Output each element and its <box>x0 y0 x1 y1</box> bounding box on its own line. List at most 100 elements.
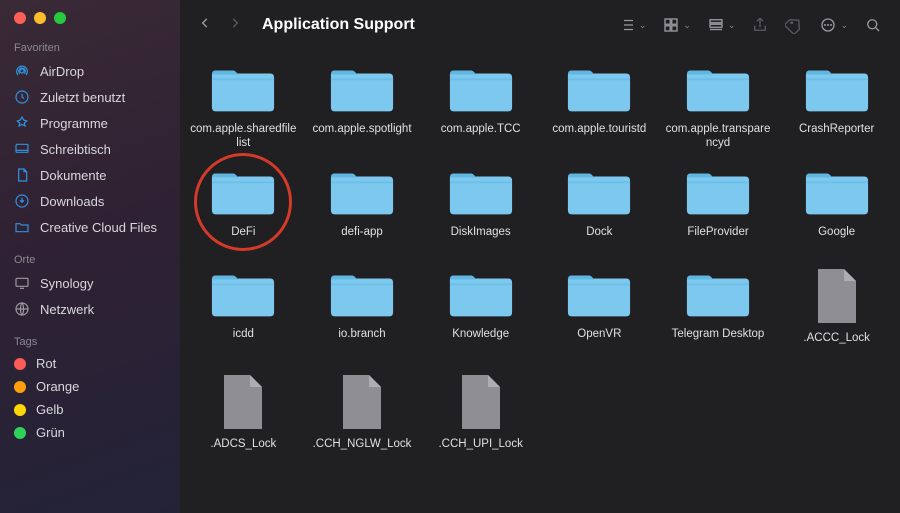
sidebar-item-network[interactable]: Netzwerk <box>0 296 180 322</box>
main-area: Application Support ⌄ ⌄ ⌄ ⌄ com.apple.sh… <box>180 0 900 513</box>
share-button[interactable] <box>751 16 769 34</box>
chevron-down-icon: ⌄ <box>683 20 691 31</box>
sidebar-item-downloads[interactable]: Downloads <box>0 188 180 214</box>
tag-color-dot <box>14 358 26 370</box>
item-label: .CCH_NGLW_Lock <box>313 437 412 465</box>
sidebar-item-documents[interactable]: Dokumente <box>0 162 180 188</box>
folder-item[interactable]: DiskImages <box>421 161 540 257</box>
folder-icon <box>328 165 396 219</box>
file-item[interactable]: .ACCC_Lock <box>777 263 896 363</box>
folder-item[interactable]: io.branch <box>303 263 422 363</box>
desktop-icon <box>14 141 30 157</box>
folder-icon <box>565 62 633 116</box>
folder-item[interactable]: com.apple.sharedfilelist <box>184 58 303 155</box>
folder-icon <box>328 267 396 321</box>
sidebar-tag-item[interactable]: Gelb <box>0 398 180 421</box>
chevron-down-icon: ⌄ <box>639 20 647 31</box>
sidebar-tag-item[interactable]: Orange <box>0 375 180 398</box>
folder-icon <box>684 267 752 321</box>
item-label: Google <box>818 225 855 253</box>
window-title: Application Support <box>262 16 415 34</box>
sidebar: Favoriten AirDrop Zuletzt benutzt Progra… <box>0 0 180 513</box>
file-browser[interactable]: com.apple.sharedfilelist com.apple.spotli… <box>180 50 900 513</box>
folder-icon <box>447 62 515 116</box>
downloads-icon <box>14 193 30 209</box>
folder-icon <box>803 62 871 116</box>
folder-icon <box>14 219 30 235</box>
network-icon <box>14 301 30 317</box>
airdrop-icon <box>14 63 30 79</box>
tag-color-dot <box>14 381 26 393</box>
folder-icon <box>328 62 396 116</box>
window-controls <box>0 12 180 38</box>
item-label: icdd <box>233 327 254 355</box>
sidebar-item-label: Schreibtisch <box>40 142 111 157</box>
sidebar-item-label: Rot <box>36 356 56 371</box>
action-menu-button[interactable]: ⌄ <box>819 16 848 34</box>
folder-icon <box>803 165 871 219</box>
folder-item[interactable]: com.apple.TCC <box>421 58 540 155</box>
documents-icon <box>14 167 30 183</box>
sidebar-tag-item[interactable]: Rot <box>0 352 180 375</box>
sidebar-item-creative-cloud[interactable]: Creative Cloud Files <box>0 214 180 240</box>
tags-button[interactable] <box>785 16 803 34</box>
chevron-down-icon: ⌄ <box>728 20 736 31</box>
sidebar-item-recents[interactable]: Zuletzt benutzt <box>0 84 180 110</box>
file-item[interactable]: .CCH_NGLW_Lock <box>303 369 422 469</box>
folder-item[interactable]: DeFi <box>184 161 303 257</box>
applications-icon <box>14 115 30 131</box>
tag-color-dot <box>14 404 26 416</box>
item-label: io.branch <box>338 327 385 355</box>
zoom-window-button[interactable] <box>54 12 66 24</box>
minimize-window-button[interactable] <box>34 12 46 24</box>
folder-item[interactable]: Dock <box>540 161 659 257</box>
folder-item[interactable]: Google <box>777 161 896 257</box>
folder-item[interactable]: com.apple.touristd <box>540 58 659 155</box>
sidebar-item-synology[interactable]: Synology <box>0 270 180 296</box>
sidebar-item-desktop[interactable]: Schreibtisch <box>0 136 180 162</box>
item-label: com.apple.TCC <box>441 122 521 150</box>
folder-icon <box>565 267 633 321</box>
file-item[interactable]: .ADCS_Lock <box>184 369 303 469</box>
item-label: com.apple.transparencyd <box>664 122 772 151</box>
sidebar-item-airdrop[interactable]: AirDrop <box>0 58 180 84</box>
group-by-button[interactable]: ⌄ <box>662 16 691 34</box>
folder-icon <box>447 165 515 219</box>
folder-item[interactable]: Telegram Desktop <box>659 263 778 363</box>
sidebar-item-label: Netzwerk <box>40 302 94 317</box>
item-label: FileProvider <box>687 225 748 253</box>
folder-icon <box>209 267 277 321</box>
folder-item[interactable]: icdd <box>184 263 303 363</box>
close-window-button[interactable] <box>14 12 26 24</box>
sidebar-tag-item[interactable]: Grün <box>0 421 180 444</box>
back-button[interactable] <box>198 14 212 37</box>
folder-item[interactable]: Knowledge <box>421 263 540 363</box>
folder-item[interactable]: defi-app <box>303 161 422 257</box>
item-label: DeFi <box>231 225 255 253</box>
item-label: com.apple.touristd <box>552 122 646 150</box>
folder-item[interactable]: com.apple.spotlight <box>303 58 422 155</box>
folder-item[interactable]: CrashReporter <box>777 58 896 155</box>
item-label: .CCH_UPI_Lock <box>438 437 522 465</box>
clock-icon <box>14 89 30 105</box>
folder-item[interactable]: OpenVR <box>540 263 659 363</box>
item-label: .ACCC_Lock <box>803 331 869 359</box>
folder-item[interactable]: FileProvider <box>659 161 778 257</box>
item-label: com.apple.sharedfilelist <box>189 122 297 151</box>
chevron-down-icon: ⌄ <box>840 20 848 31</box>
file-icon <box>220 373 266 431</box>
sidebar-section-locations-title: Orte <box>0 250 180 270</box>
sidebar-item-applications[interactable]: Programme <box>0 110 180 136</box>
search-button[interactable] <box>864 16 882 34</box>
item-label: .ADCS_Lock <box>210 437 276 465</box>
forward-button[interactable] <box>228 14 242 37</box>
item-label: com.apple.spotlight <box>312 122 411 150</box>
tag-color-dot <box>14 427 26 439</box>
item-display-button[interactable]: ⌄ <box>707 16 736 34</box>
sidebar-item-label: Zuletzt benutzt <box>40 90 125 105</box>
file-item[interactable]: .CCH_UPI_Lock <box>421 369 540 469</box>
item-label: OpenVR <box>577 327 621 355</box>
list-view-button[interactable]: ⌄ <box>618 16 647 34</box>
folder-item[interactable]: com.apple.transparencyd <box>659 58 778 155</box>
sidebar-section-favorites-title: Favoriten <box>0 38 180 58</box>
